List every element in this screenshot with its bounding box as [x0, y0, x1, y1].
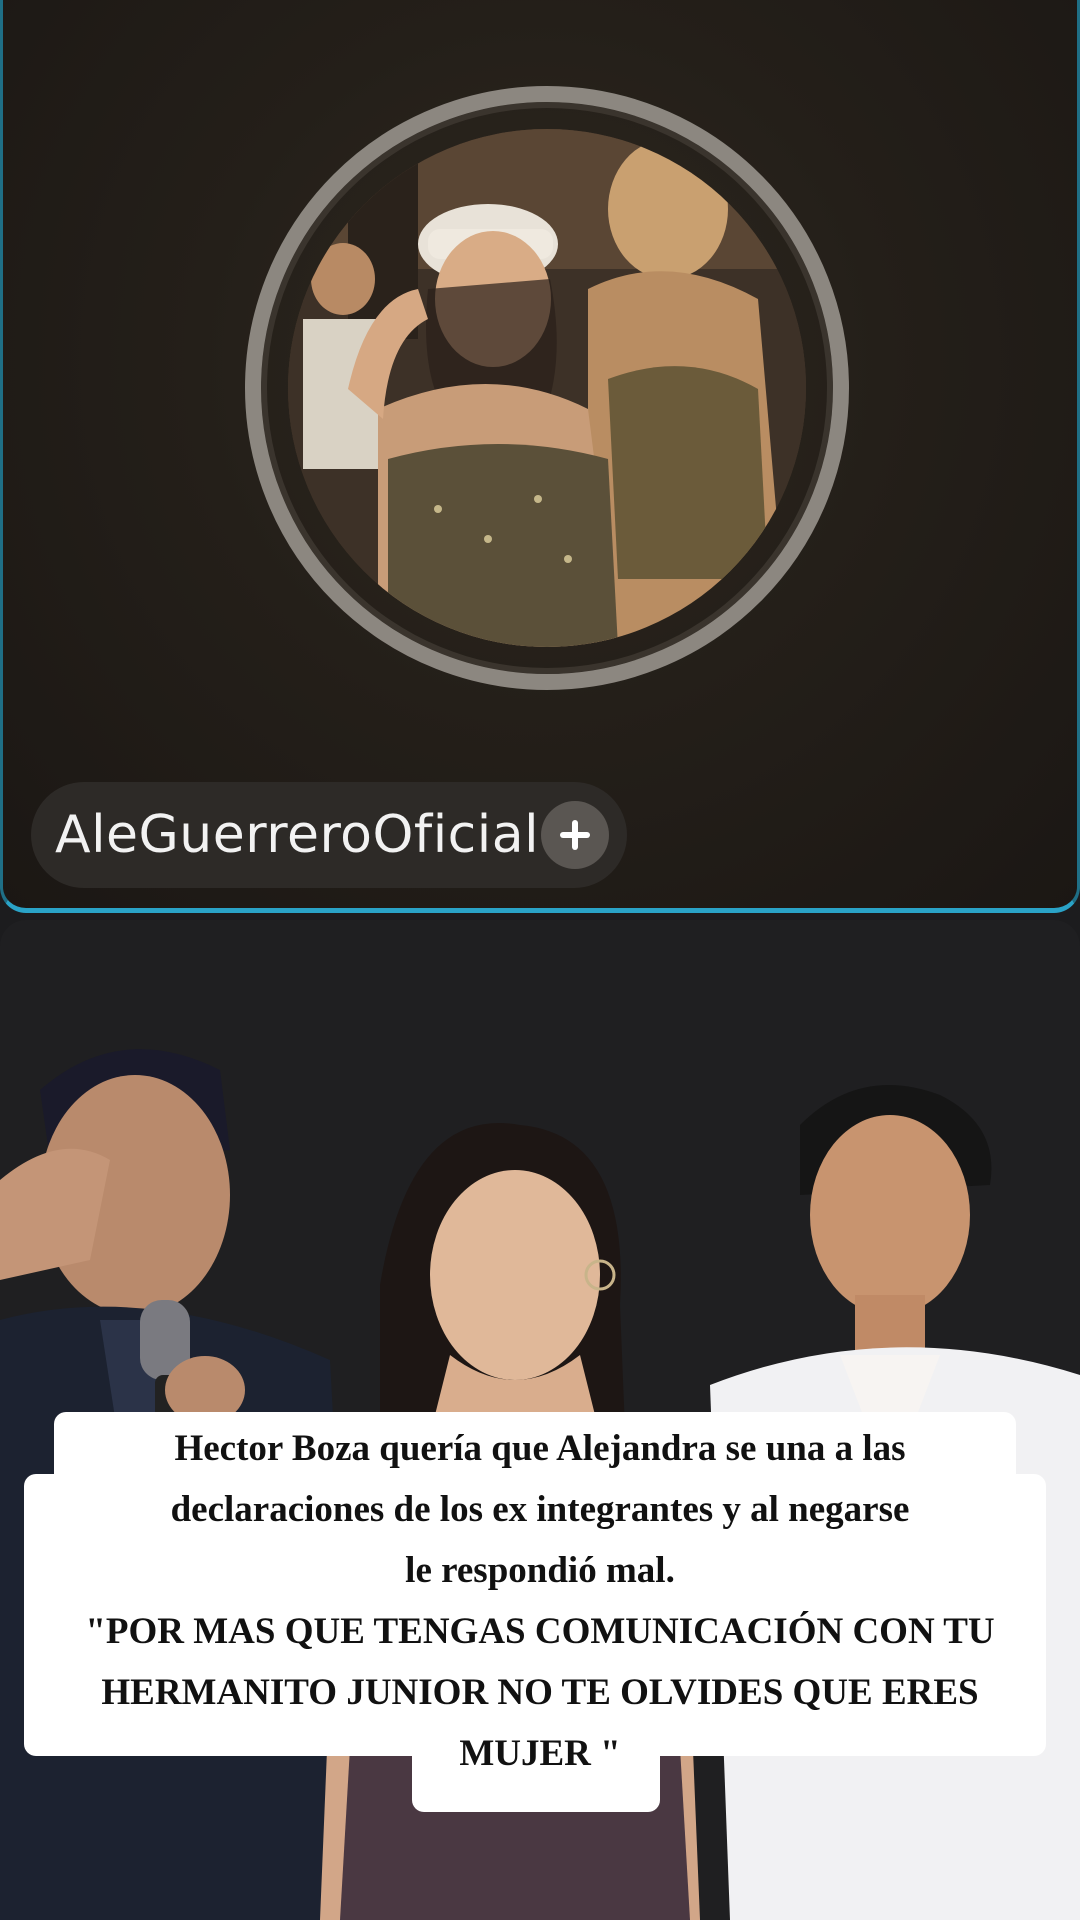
caption-line: declaraciones de los ex integrantes y al… [170, 1489, 910, 1530]
caption-line: "POR MAS QUE TENGAS COMUNICACIÓN CON TU [85, 1611, 995, 1652]
username: AleGuerreroOficial [55, 805, 540, 865]
caption-line: le respondió mal. [405, 1550, 675, 1591]
caption-line: MUJER " [459, 1733, 621, 1774]
username-chip[interactable]: AleGuerreroOficial [31, 782, 627, 888]
profile-avatar[interactable] [288, 129, 806, 647]
avatar-photo [288, 129, 806, 647]
follow-button[interactable] [541, 801, 609, 869]
caption-line: Hector Boza quería que Alejandra se una … [174, 1428, 906, 1469]
plus-icon [560, 820, 590, 850]
news-caption: Hector Boza quería que Alejandra se una … [24, 1418, 1056, 1784]
profile-card: AleGuerreroOficial [0, 0, 1080, 913]
caption-line: HERMANITO JUNIOR NO TE OLVIDES QUE ERES [101, 1672, 979, 1713]
